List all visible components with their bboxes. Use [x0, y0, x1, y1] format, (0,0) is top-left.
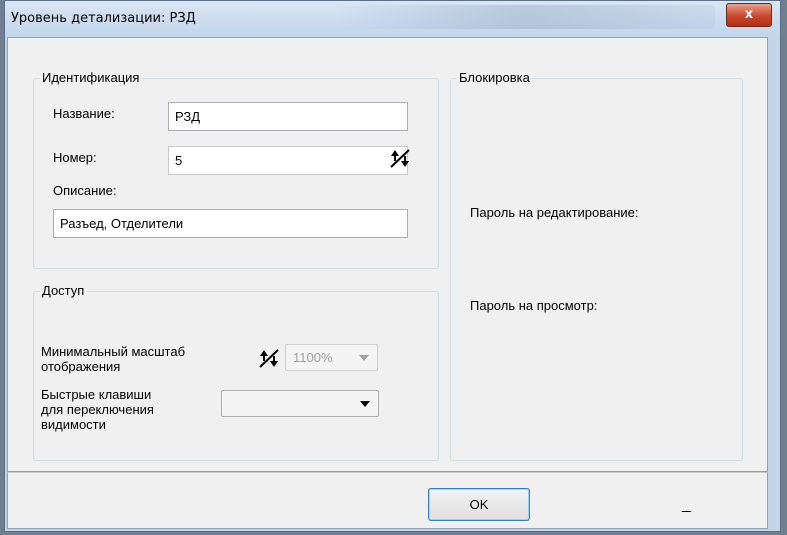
hotkeys-label-line2: для переключения [41, 402, 154, 417]
min-scale-label: Минимальный масштаб отображения [41, 344, 185, 374]
lock-group: Блокировка [450, 70, 743, 461]
window-title: Уровень детализации: РЗД [11, 11, 196, 26]
access-group: Доступ [33, 283, 439, 461]
dialog-footer [7, 472, 768, 529]
ok-button[interactable]: OK [428, 488, 530, 521]
chevron-down-icon [360, 401, 370, 407]
view-password-label: Пароль на просмотр: [470, 298, 598, 313]
name-input-value: РЗД [175, 109, 201, 124]
access-group-label: Доступ [40, 283, 87, 298]
description-label: Описание: [53, 183, 117, 198]
lock-group-label: Блокировка [457, 70, 532, 85]
edit-password-label: Пароль на редактирование: [470, 205, 639, 220]
min-scale-label-line1: Минимальный масштаб [41, 344, 186, 359]
scale-spin-icon[interactable] [258, 348, 281, 369]
description-input-value: Разъед, Отделители [60, 216, 184, 231]
number-input-value: 5 [175, 153, 183, 168]
number-input[interactable]: 5 [168, 146, 408, 175]
close-button[interactable]: x [726, 3, 772, 27]
hotkeys-select[interactable] [221, 390, 379, 417]
chevron-down-icon [359, 355, 369, 361]
min-scale-select[interactable]: 1100% [285, 344, 378, 371]
trailing-underscore: _ [682, 496, 691, 513]
number-label: Номер: [53, 150, 97, 165]
min-scale-value: 1100% [293, 350, 333, 365]
close-icon: x [744, 7, 754, 22]
hotkeys-label-line3: видимости [41, 417, 106, 432]
min-scale-label-line2: отображения [41, 359, 121, 374]
background-window-shadow [335, 5, 715, 29]
name-label: Название: [53, 106, 115, 121]
name-input[interactable]: РЗД [168, 102, 408, 131]
title-bar[interactable]: Уровень детализации: РЗД x [5, 1, 780, 37]
dialog-content: Идентификация Название: РЗД Номер: 5 Опи… [7, 37, 768, 472]
hotkeys-label: Быстрые клавиши для переключения видимос… [41, 387, 154, 432]
spin-updown-icon[interactable] [389, 148, 412, 169]
description-input[interactable]: Разъед, Отделители [53, 209, 408, 238]
identification-group-label: Идентификация [40, 70, 142, 85]
hotkeys-label-line1: Быстрые клавиши [41, 387, 152, 402]
